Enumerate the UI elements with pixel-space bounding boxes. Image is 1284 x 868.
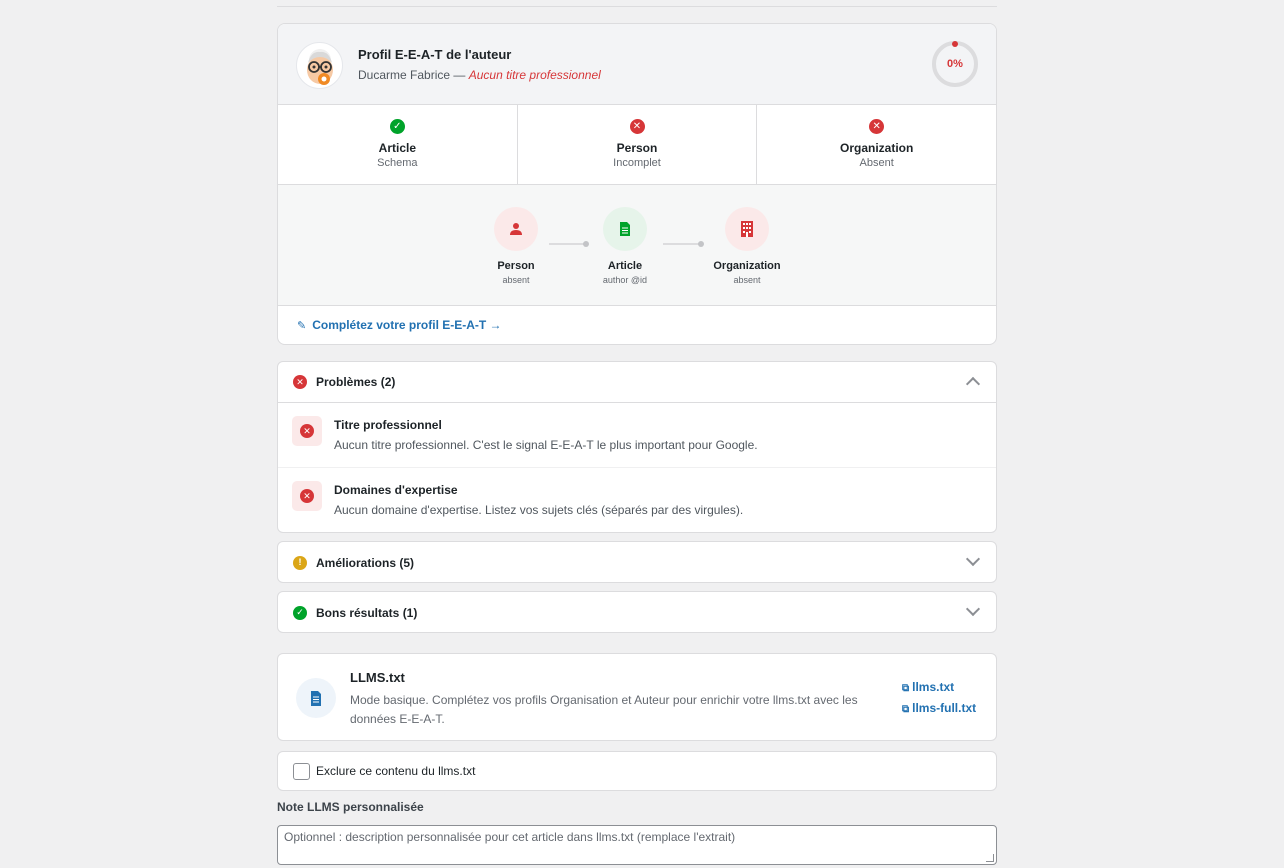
llms-icon-wrap [296,678,336,718]
graph-node-name: Person [497,260,535,272]
problem-desc: Aucun domaine d'expertise. Listez vos su… [334,503,744,517]
llms-desc: Mode basique. Complétez vos profils Orga… [350,693,858,726]
score-indicator-dot [952,41,958,47]
document-icon [620,222,630,236]
problems-toggle[interactable]: ✕ Problèmes (2) [278,362,996,403]
author-status: Aucun titre professionnel [468,68,601,82]
improvements-title: Améliorations (5) [316,555,415,570]
author-name: Ducarme Fabrice — [358,68,466,82]
note-textarea[interactable]: Optionnel : description personnalisée po… [277,825,997,865]
schema-name: Article [378,141,417,155]
llms-title: LLMS.txt [350,670,405,685]
eeat-author-line: Ducarme Fabrice — Aucun titre profession… [358,68,601,82]
graph-node-person: Person absent [476,207,556,285]
improvements-toggle[interactable]: ! Améliorations (5) [278,542,996,583]
llms-full-txt-link[interactable]: ⧉ llms-full.txt [902,701,976,715]
schema-graph: Person absent Article author @id Organiz… [278,185,996,306]
graph-node-status: absent [733,275,761,285]
graph-node-status: absent [502,275,530,285]
external-link-icon: ⧉ [902,704,910,715]
chevron-up-icon [965,376,981,392]
graph-node-organization: Organization absent [707,207,787,285]
schema-organization: ✕ Organization Absent [757,105,996,184]
schema-status: Schema [377,157,418,169]
document-icon [311,690,321,706]
schema-status: Incomplet [613,157,661,169]
schema-article: ✓ Article Schema [278,105,518,184]
chevron-down-icon [965,551,981,567]
graph-node-status: author @id [602,275,648,285]
exclude-label[interactable]: Exclure ce contenu du llms.txt [316,764,475,778]
note-label: Note LLMS personnalisée [277,800,424,814]
complete-profile-link[interactable]: ✎ Complétez votre profil E-E-A-T → [278,306,996,344]
good-results-section: ✓ Bons résultats (1) [277,591,997,633]
exclude-row: Exclure ce contenu du llms.txt [277,751,997,791]
check-icon: ✓ [293,605,307,620]
top-divider [277,6,997,7]
llms-txt-label: llms.txt [912,680,955,694]
problem-item: ✕ Titre professionnel Aucun titre profes… [278,403,996,468]
problem-desc: Aucun titre professionnel. C'est le sign… [334,438,758,452]
building-icon [741,221,753,237]
note-placeholder: Optionnel : description personnalisée po… [284,830,736,844]
pencil-icon: ✎ [297,319,307,332]
graph-connector [549,241,589,247]
score-value: 0% [947,58,963,70]
schema-person: ✕ Person Incomplet [518,105,758,184]
external-link-icon: ⧉ [902,683,910,694]
llms-txt-link[interactable]: ⧉ llms.txt [902,680,954,694]
llms-card: LLMS.txt Mode basique. Complétez vos pro… [277,653,997,741]
problem-item: ✕ Domaines d'expertise Aucun domaine d'e… [278,468,996,533]
error-icon: ✕ [629,119,645,134]
graph-node-article: Article author @id [585,207,665,285]
error-icon: ✕ [300,424,314,438]
problems-title: Problèmes (2) [316,375,396,389]
score-gauge: 0% [932,41,978,87]
good-results-title: Bons résultats (1) [316,605,418,620]
schema-status: Absent [859,157,894,169]
exclude-checkbox[interactable] [293,762,310,780]
schema-name: Person [616,141,658,155]
eeat-title: Profil E-E-A-T de l'auteur [358,47,512,62]
good-results-toggle[interactable]: ✓ Bons résultats (1) [278,592,996,633]
complete-profile-label: Complétez votre profil E-E-A-T → [312,318,502,332]
graph-node-name: Article [607,260,643,272]
person-icon [510,223,522,235]
llms-full-txt-label: llms-full.txt [912,701,977,715]
eeat-header: Profil E-E-A-T de l'auteur Ducarme Fabri… [278,24,996,105]
improvements-section: ! Améliorations (5) [277,541,997,583]
schema-name: Organization [840,141,914,155]
problems-section: ✕ Problèmes (2) ✕ Titre professionnel Au… [277,361,997,533]
problem-title: Domaines d'expertise [334,483,458,497]
resize-grip-icon[interactable] [986,854,994,862]
check-icon: ✓ [389,119,405,134]
warning-icon: ! [293,555,307,570]
error-icon: ✕ [869,119,885,134]
problem-title: Titre professionnel [334,418,442,432]
error-icon: ✕ [293,375,307,389]
error-icon: ✕ [300,489,314,503]
avatar [296,42,343,89]
graph-connector [663,241,704,247]
schema-status-row: ✓ Article Schema ✕ Person Incomplet ✕ Or… [278,105,996,185]
chevron-down-icon [965,601,981,617]
eeat-card: Profil E-E-A-T de l'auteur Ducarme Fabri… [277,23,997,345]
graph-node-name: Organization [713,260,781,272]
